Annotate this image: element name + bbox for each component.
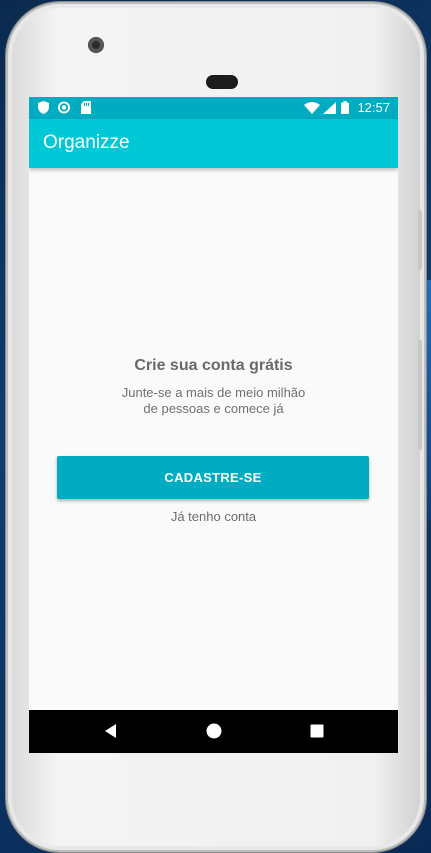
signal-icon: [323, 101, 336, 114]
recents-icon[interactable]: [307, 721, 327, 741]
back-icon[interactable]: [101, 721, 121, 741]
home-icon[interactable]: [204, 721, 224, 741]
phone-screen: 12:57 Organizze Crie sua conta grátis Ju…: [29, 97, 398, 753]
shield-icon: [37, 101, 49, 114]
page-title: Crie sua conta grátis: [134, 357, 293, 374]
earpiece-speaker: [206, 75, 238, 89]
page-subtitle: Junte-se a mais de meio milhão de pessoa…: [29, 385, 398, 417]
power-button: [418, 210, 422, 270]
app-bar: Organizze: [29, 119, 398, 168]
subtitle-line-1: Junte-se a mais de meio milhão: [121, 385, 306, 400]
wifi-icon: [304, 101, 320, 114]
status-bar: 12:57: [29, 97, 398, 119]
navigation-bar: [29, 710, 398, 753]
app-title: Organizze: [43, 132, 130, 153]
battery-icon: [341, 101, 349, 114]
signup-button[interactable]: CADASTRE-SE: [57, 456, 369, 499]
status-time: 12:57: [357, 100, 390, 115]
sync-icon: [58, 101, 70, 114]
sd-card-icon: [80, 101, 92, 114]
login-link[interactable]: Já tenho conta: [29, 509, 398, 524]
front-camera: [88, 37, 104, 53]
volume-button: [418, 340, 422, 450]
subtitle-line-2: de pessoas e comece já: [143, 401, 284, 416]
